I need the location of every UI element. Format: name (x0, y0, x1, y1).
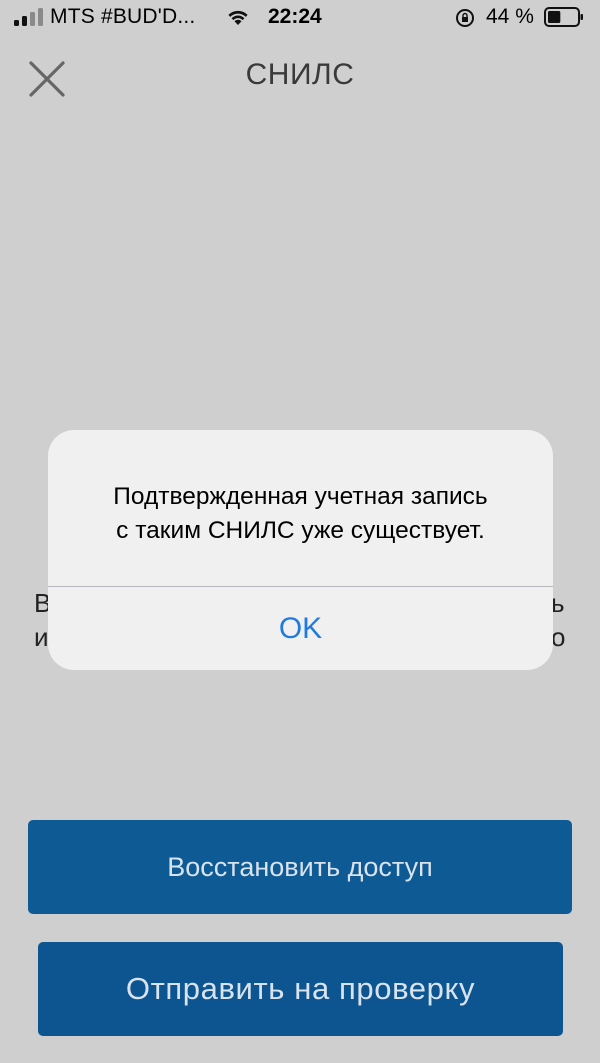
alert-dialog: Подтвержденная учетная запись с таким СН… (48, 430, 553, 670)
battery-icon (544, 7, 583, 27)
wifi-icon (228, 10, 248, 25)
send-for-review-label: Отправить на проверку (125, 971, 476, 1006)
restore-access-label: Восстановить доступ (167, 851, 433, 882)
background-text-fragment: о (551, 622, 566, 652)
send-for-review-button[interactable]: Отправить на проверку (38, 942, 563, 1036)
rotation-lock-icon (456, 9, 474, 27)
alert-ok-label: OK (278, 611, 323, 645)
signal-icon (14, 8, 44, 26)
background-text-fragment: и (34, 622, 49, 652)
alert-message-line: с таким СНИЛС уже существует. (116, 517, 485, 544)
status-bar: MTS #BUD'D... 22:24 44 % (0, 0, 600, 40)
restore-access-button[interactable]: Восстановить доступ (28, 820, 572, 914)
carrier-name: MTS #BUD'D... (50, 5, 196, 28)
alert-ok-button[interactable]: OK (48, 587, 553, 670)
alert-message-line: Подтвержденная учетная запись (113, 483, 488, 510)
battery-percent: 44 % (486, 5, 534, 28)
page-title: СНИЛС (245, 58, 355, 91)
alert-message: Подтвержденная учетная запись с таким СН… (48, 480, 553, 548)
background-text-fragment: ь (551, 588, 565, 618)
clock: 22:24 (268, 5, 322, 28)
